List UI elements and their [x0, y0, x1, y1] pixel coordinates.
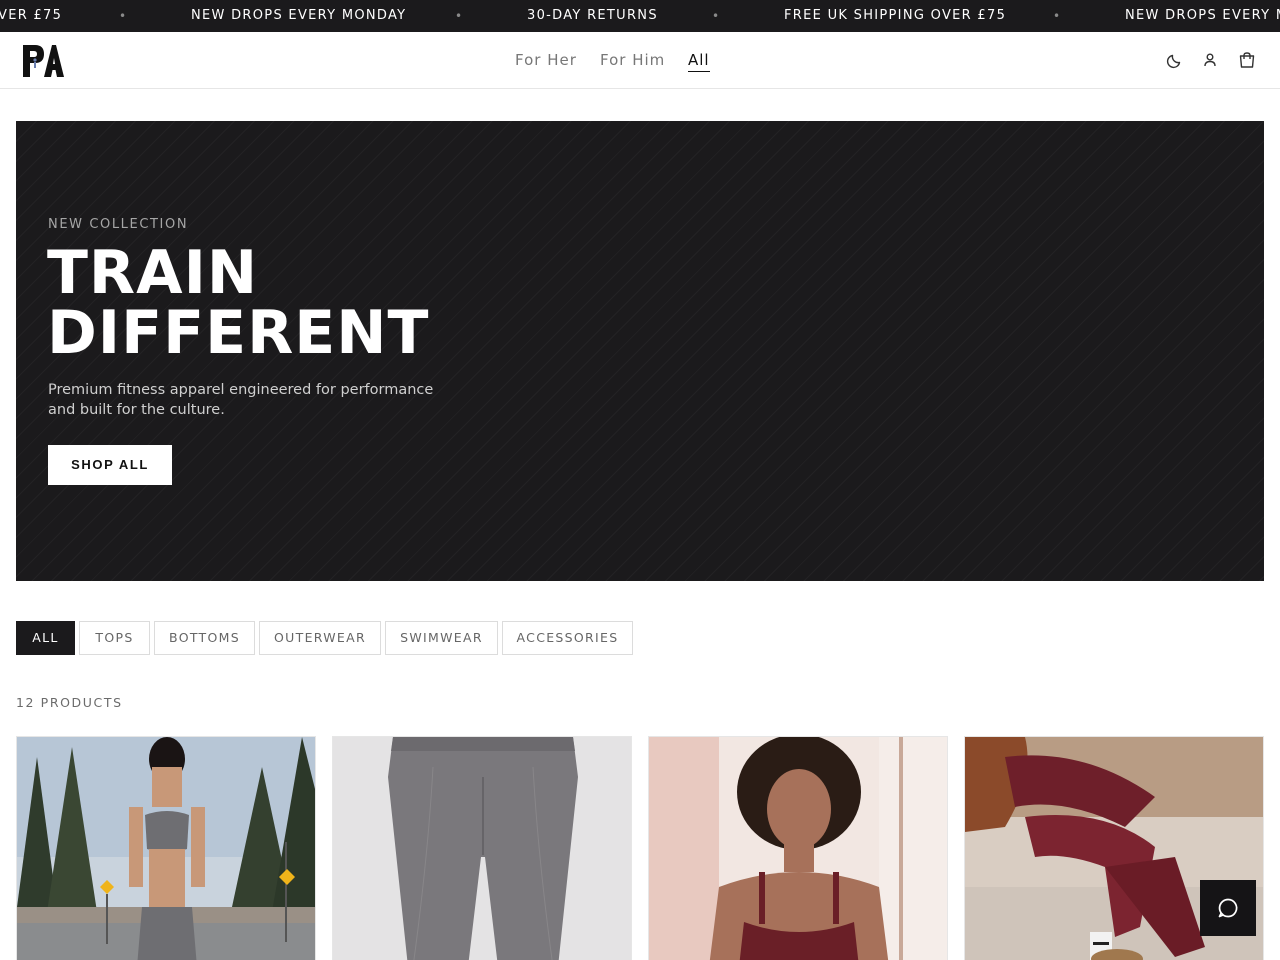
shop-all-button[interactable]: SHOP ALL — [48, 445, 172, 485]
nav-all[interactable]: All — [688, 50, 710, 72]
announcement-separator: • — [455, 9, 463, 23]
product-card[interactable] — [332, 736, 632, 960]
moon-icon[interactable] — [1165, 50, 1185, 70]
chat-button[interactable] — [1200, 880, 1256, 936]
filter-accessories[interactable]: ACCESSORIES — [502, 621, 633, 655]
hero-title-line: DIFFERENT — [47, 298, 430, 368]
nav-for-her[interactable]: For Her — [515, 50, 577, 70]
filter-tops[interactable]: TOPS — [79, 621, 150, 655]
bag-icon[interactable] — [1237, 50, 1257, 70]
announcement-text: 30-DAY RETURNS — [527, 8, 658, 23]
chat-bubble-icon — [1218, 898, 1238, 918]
product-image — [333, 737, 631, 960]
announcement-separator: • — [119, 9, 127, 23]
filter-outerwear[interactable]: OUTERWEAR — [259, 621, 381, 655]
filter-swimwear[interactable]: SWIMWEAR — [385, 621, 498, 655]
announcement-text: FREE UK SHIPPING OVER £75 — [784, 8, 1007, 23]
product-count: 12 PRODUCTS — [16, 695, 123, 710]
announcement-separator: • — [712, 9, 720, 23]
announcement-separator: • — [1053, 9, 1061, 23]
product-card[interactable] — [16, 736, 316, 960]
product-image — [17, 737, 315, 960]
hero-title: TRAIN DIFFERENT — [47, 243, 429, 363]
product-card[interactable] — [648, 736, 948, 960]
hero-banner: NEW COLLECTION TRAIN DIFFERENT Premium f… — [16, 121, 1264, 581]
announcement-text: VER £75 — [0, 8, 63, 23]
hero-subtitle: Premium fitness apparel engineered for p… — [48, 382, 434, 418]
hero-title-line: TRAIN — [47, 238, 259, 308]
product-image — [649, 737, 947, 960]
announcement-text: NEW DROPS EVERY MONDAY — [191, 8, 407, 23]
filter-all[interactable]: ALL — [16, 621, 75, 655]
user-icon[interactable] — [1200, 50, 1220, 70]
main-nav: For Her For Him All — [0, 50, 1280, 74]
nav-for-him[interactable]: For Him — [600, 50, 665, 70]
filter-bottoms[interactable]: BOTTOMS — [154, 621, 255, 655]
announcement-text: NEW DROPS EVERY MO — [1125, 8, 1280, 23]
announcement-bar: VER £75 • NEW DROPS EVERY MONDAY • 30-DA… — [0, 0, 1280, 32]
hero-eyebrow: NEW COLLECTION — [48, 217, 189, 232]
site-header: For Her For Him All — [0, 32, 1280, 89]
